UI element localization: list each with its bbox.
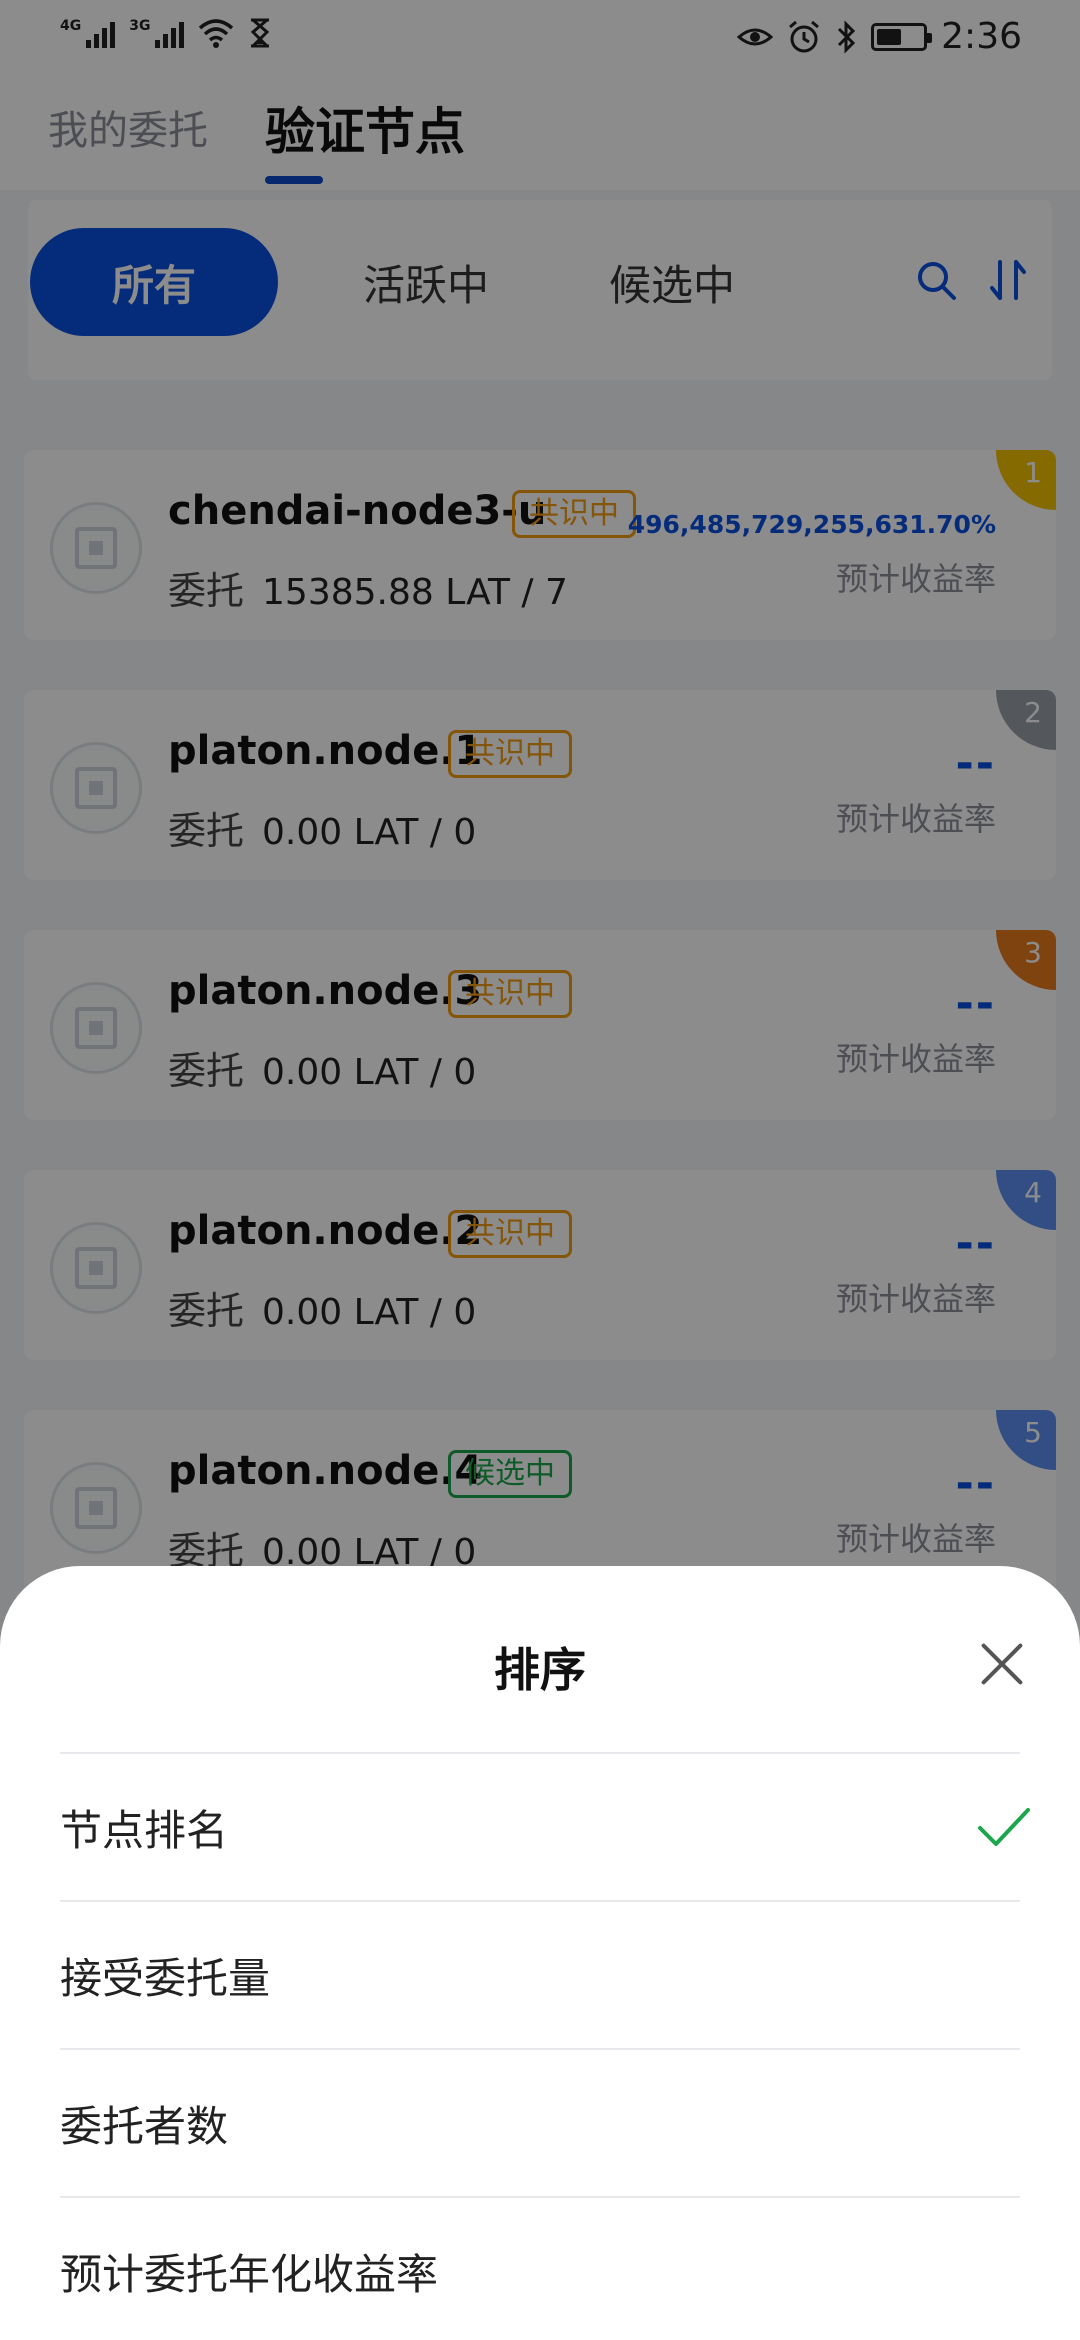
sort-option-annual-yield[interactable]: 预计委托年化收益率	[60, 2198, 1020, 2340]
close-icon[interactable]	[980, 1642, 1024, 1686]
sort-option-delegation-amount[interactable]: 接受委托量	[60, 1902, 1020, 2048]
sort-option-label: 接受委托量	[60, 1953, 271, 2003]
check-icon	[978, 1808, 1030, 1846]
sort-sheet: 排序 节点排名 接受委托量 委托者数 预计委托年化收益率	[0, 1566, 1080, 2340]
sort-option-label: 委托者数	[60, 2101, 229, 2151]
sort-option-node-rank[interactable]: 节点排名	[60, 1754, 1020, 1900]
sheet-title: 排序	[494, 1643, 586, 1697]
sort-option-label: 节点排名	[60, 1805, 229, 1855]
sort-option-delegator-count[interactable]: 委托者数	[60, 2050, 1020, 2196]
sort-option-label: 预计委托年化收益率	[60, 2249, 439, 2299]
screen: 4G 3G 2:36 我的委托 验证节点 所有 活跃中 候选中 chendai-…	[0, 0, 1080, 2340]
